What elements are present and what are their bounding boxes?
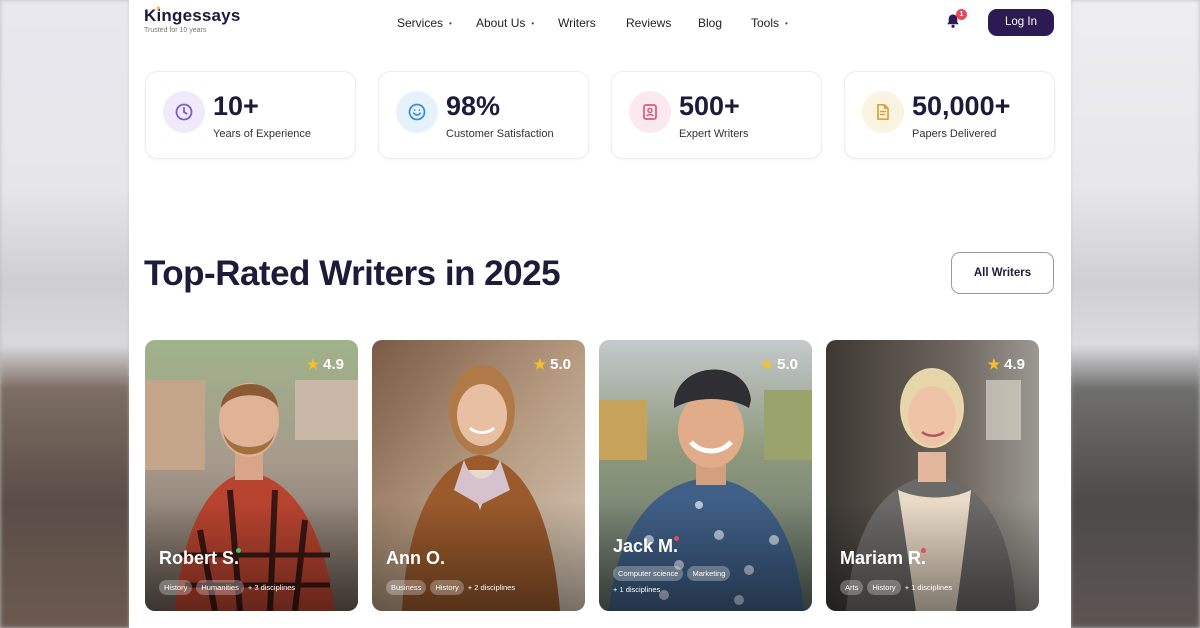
- brand-tagline: Trusted for 10 years: [144, 27, 207, 34]
- stat-card-satisfaction: 98% Customer Satisfaction: [378, 71, 589, 159]
- stat-card-experience: 10+ Years of Experience: [145, 71, 356, 159]
- stat-label: Papers Delivered: [912, 128, 997, 140]
- nav-services[interactable]: Services •: [397, 16, 476, 30]
- star-icon: ★: [987, 356, 1001, 372]
- crown-icon: ✦: [155, 4, 162, 13]
- discipline-tags: Business History + 2 disciplines: [386, 580, 515, 595]
- star-icon: ★: [306, 356, 320, 372]
- chevron-down-icon: •: [449, 18, 452, 28]
- stat-value: 10+: [213, 91, 259, 121]
- discipline-tag: Marketing: [687, 566, 731, 581]
- all-writers-button[interactable]: All Writers: [951, 252, 1054, 294]
- rating: ★ 5.0: [533, 356, 571, 373]
- badge-icon: [629, 91, 671, 133]
- more-disciplines: + 2 disciplines: [467, 583, 516, 592]
- online-status-dot: [236, 548, 241, 553]
- more-disciplines: + 1 disciplines: [904, 583, 953, 592]
- site-header: ✦ Kingessays Trusted for 10 years Servic…: [129, 0, 1071, 46]
- login-button[interactable]: Log In: [988, 9, 1054, 36]
- notification-badge: 1: [956, 9, 967, 20]
- stat-label: Expert Writers: [679, 128, 749, 140]
- status-dot: [921, 548, 926, 553]
- nav-blog[interactable]: Blog: [698, 16, 751, 30]
- page: ✦ Kingessays Trusted for 10 years Servic…: [129, 0, 1071, 628]
- discipline-tag: History: [867, 580, 901, 595]
- discipline-tag: Business: [386, 580, 427, 595]
- discipline-tag: History: [159, 580, 193, 595]
- stat-value: 98%: [446, 91, 501, 121]
- status-dot: [674, 536, 679, 541]
- more-disciplines: + 1 disciplines: [613, 585, 661, 594]
- writer-name: Mariam R.: [840, 548, 927, 568]
- discipline-tag: Computer science: [613, 566, 684, 581]
- document-icon: [862, 91, 904, 133]
- stat-label: Years of Experience: [213, 128, 312, 140]
- star-icon: ★: [533, 356, 547, 372]
- discipline-tag: Humanities: [196, 580, 244, 595]
- smile-icon: [396, 91, 438, 133]
- writer-name: Jack M.: [613, 536, 679, 556]
- writer-name: Robert S.: [159, 548, 240, 568]
- discipline-tag: Arts: [840, 580, 864, 595]
- discipline-tags: Computer science Marketing + 1 disciplin…: [613, 566, 782, 594]
- nav-reviews[interactable]: Reviews: [626, 16, 698, 30]
- backdrop-left: [0, 0, 130, 628]
- chevron-down-icon: •: [531, 18, 535, 28]
- section-title: Top-Rated Writers in 2025: [144, 254, 561, 293]
- stat-value: 50,000+: [912, 91, 1011, 121]
- stat-label: Customer Satisfaction: [446, 128, 554, 140]
- stat-card-papers: 50,000+ Papers Delivered: [844, 71, 1055, 159]
- writer-card-ann[interactable]: ★ 5.0 Ann O. Business History + 2 discipl…: [372, 340, 585, 611]
- more-disciplines: + 3 disciplines: [247, 583, 296, 592]
- stat-value: 500+: [679, 91, 740, 121]
- writer-card-robert[interactable]: ★ 4.9 Robert S. History Humanities + 3 di…: [145, 340, 358, 611]
- nav-about-us[interactable]: About Us •: [476, 16, 558, 30]
- discipline-tags: Arts History + 1 disciplines: [840, 580, 952, 595]
- chevron-down-icon: •: [785, 18, 788, 28]
- rating: ★ 5.0: [760, 356, 798, 373]
- discipline-tags: History Humanities + 3 disciplines: [159, 580, 295, 595]
- clock-icon: [163, 91, 205, 133]
- writer-name: Ann O.: [386, 548, 445, 568]
- nav-writers[interactable]: Writers: [558, 16, 626, 30]
- backdrop-right: [1070, 0, 1200, 628]
- nav-tools[interactable]: Tools •: [751, 16, 801, 30]
- main-nav: Services • About Us • Writers Reviews Blog…: [397, 16, 801, 30]
- rating: ★ 4.9: [987, 356, 1025, 373]
- brand-logo[interactable]: ✦ Kingessays Trusted for 10 years: [144, 4, 241, 34]
- writer-card-jack[interactable]: ★ 5.0 Jack M. Computer science Marketing …: [599, 340, 812, 611]
- writer-card-mariam[interactable]: ★ 4.9 Mariam R. Arts History + 1 discipli…: [826, 340, 1039, 611]
- star-icon: ★: [760, 356, 774, 372]
- rating: ★ 4.9: [306, 356, 344, 373]
- stat-card-writers: 500+ Expert Writers: [611, 71, 822, 159]
- discipline-tag: History: [430, 580, 464, 595]
